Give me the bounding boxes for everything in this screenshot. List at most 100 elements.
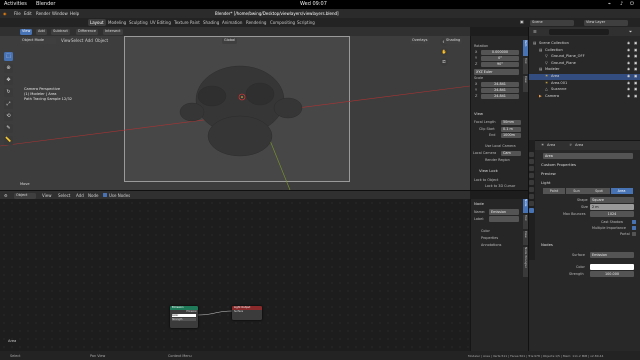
- node-section-header[interactable]: Node: [474, 201, 484, 206]
- scene-icon[interactable]: ▣: [520, 19, 524, 24]
- node-menu-node[interactable]: Node: [88, 193, 98, 198]
- cursor-tool-icon[interactable]: ⊕: [4, 64, 13, 73]
- view-layer-props-icon[interactable]: [529, 173, 534, 178]
- menu-file[interactable]: File: [14, 11, 21, 16]
- power-icon[interactable]: ⏻: [630, 1, 634, 7]
- mode-intersect-button[interactable]: Intersect: [103, 28, 123, 35]
- visibility-eye-icon[interactable]: ◉: [627, 54, 630, 58]
- outliner-item[interactable]: ☀ Area.001 ◉ ▣: [529, 81, 640, 87]
- constraints-props-icon[interactable]: [529, 201, 534, 206]
- visibility-eye-icon[interactable]: ◉: [627, 94, 630, 98]
- node-color-checkbox[interactable]: Color: [481, 229, 490, 233]
- scale-tool-icon[interactable]: ⤢: [4, 100, 13, 109]
- outliner-search-input[interactable]: [549, 28, 609, 35]
- visibility-eye-icon[interactable]: ◉: [627, 61, 630, 65]
- light-output-node[interactable]: Light Output Surface: [232, 306, 262, 320]
- view-lock-section-header[interactable]: View Lock: [479, 168, 498, 173]
- nodes-section[interactable]: Nodes: [541, 242, 553, 247]
- custom-properties-section[interactable]: Custom Properties: [541, 162, 576, 167]
- scene-selector[interactable]: Scene: [530, 19, 574, 26]
- overlays-dropdown[interactable]: Overlays: [410, 37, 430, 44]
- strength-field[interactable]: 100.000: [590, 271, 634, 277]
- clip-end-field[interactable]: 1000m: [501, 132, 521, 138]
- mode-difference-button[interactable]: Difference: [76, 28, 99, 35]
- shading-dropdown[interactable]: Shading: [444, 37, 463, 44]
- render-toggle-icon[interactable]: ▣: [634, 81, 637, 85]
- max-bounces-field[interactable]: 1024: [590, 211, 634, 217]
- light-section[interactable]: Light: [541, 180, 550, 185]
- node-menu-view[interactable]: View: [42, 193, 52, 198]
- emission-strength-field[interactable]: Strength: [172, 318, 196, 321]
- node-editor-canvas[interactable]: Emission Emission Color Strength Light O…: [0, 199, 470, 351]
- visibility-eye-icon[interactable]: ◉: [627, 48, 630, 52]
- tab-compositing[interactable]: Compositing: [268, 19, 297, 26]
- emission-node[interactable]: Emission Emission Color Strength: [170, 306, 198, 328]
- viewport-menu-add[interactable]: Add: [85, 38, 93, 43]
- tool-props-icon[interactable]: [529, 152, 534, 157]
- lock-to-3d-cursor-checkbox[interactable]: Lock to 3D Cursor: [485, 184, 515, 188]
- object-props-icon[interactable]: [529, 194, 534, 199]
- node-properties-section[interactable]: Properties: [481, 236, 498, 240]
- editor-type-icon[interactable]: ⚙: [4, 193, 8, 198]
- tab-texture-paint[interactable]: Texture Paint: [172, 19, 202, 26]
- emission-color-field[interactable]: Color: [172, 314, 196, 317]
- tab-scripting[interactable]: Scripting: [295, 19, 317, 26]
- size-field[interactable]: 2 m: [590, 204, 634, 210]
- 3d-viewport[interactable]: Camera Perspective (1) Modeler | Area Pa…: [0, 36, 470, 190]
- area-separator[interactable]: [0, 189, 528, 191]
- view-section-header[interactable]: View: [474, 111, 483, 116]
- shape-dropdown[interactable]: Square: [590, 197, 634, 203]
- rotation-x-field[interactable]: 0.000000: [481, 49, 519, 55]
- view-layer-selector[interactable]: View Layer: [584, 19, 628, 26]
- scale-z-field[interactable]: 24.841: [481, 93, 519, 99]
- light-type-spot[interactable]: Spot: [588, 188, 610, 194]
- transform-orientation-dropdown[interactable]: Global: [222, 37, 238, 44]
- viewport-menu-select[interactable]: Select: [71, 38, 83, 43]
- pan-icon[interactable]: ✋: [440, 48, 448, 56]
- object-mode-dropdown[interactable]: Object Mode: [20, 37, 56, 44]
- outliner-item[interactable]: △ Suzanne ◉ ▣: [529, 87, 640, 93]
- outliner-item[interactable]: ☀ Area ◉ ▣: [529, 74, 640, 80]
- outliner-display-mode-icon[interactable]: ☰: [533, 29, 537, 34]
- menu-help[interactable]: Help: [70, 11, 79, 16]
- portal-checkbox[interactable]: [632, 232, 636, 236]
- surface-dropdown[interactable]: Emission: [590, 252, 634, 258]
- activities-button[interactable]: Activities: [4, 1, 27, 7]
- menu-edit[interactable]: Edit: [24, 11, 32, 16]
- network-icon[interactable]: ⌁: [608, 1, 611, 7]
- render-toggle-icon[interactable]: ▣: [634, 54, 637, 58]
- volume-icon[interactable]: ♪: [620, 1, 623, 7]
- visibility-eye-icon[interactable]: ◉: [627, 74, 630, 78]
- light-datablock-field[interactable]: Area: [543, 153, 633, 159]
- mode-add-button[interactable]: Add: [36, 28, 47, 35]
- outliner-item[interactable]: ▽ Ground_Plane ◉ ▣: [529, 61, 640, 67]
- filter-icon[interactable]: ⏷: [629, 29, 632, 34]
- annotations-section[interactable]: Annotations: [481, 243, 501, 247]
- shader-type-dropdown[interactable]: Object: [14, 192, 36, 199]
- multiple-importance-checkbox[interactable]: [632, 226, 636, 230]
- rotation-z-field[interactable]: 90°: [481, 61, 519, 67]
- select-box-tool-icon[interactable]: ⬚: [4, 52, 13, 61]
- tab-layout[interactable]: Layout: [88, 19, 106, 26]
- scale-y-field[interactable]: 24.841: [481, 87, 519, 93]
- output-props-icon[interactable]: [529, 166, 534, 171]
- outliner-item[interactable]: ▶ Camera ◉ ▣: [529, 94, 640, 100]
- focal-length-field[interactable]: 50mm: [501, 119, 521, 125]
- app-menu[interactable]: Blender: [36, 1, 55, 7]
- light-data-props-icon[interactable]: [529, 208, 534, 213]
- rotate-tool-icon[interactable]: ↻: [4, 88, 13, 97]
- node-menu-add[interactable]: Add: [76, 193, 84, 198]
- preview-section[interactable]: Preview: [541, 171, 556, 176]
- world-props-icon[interactable]: [529, 187, 534, 192]
- menu-render[interactable]: Render: [36, 11, 50, 16]
- visibility-eye-icon[interactable]: ◉: [627, 67, 630, 71]
- area-separator-vertical[interactable]: [527, 27, 529, 351]
- node-menu-select[interactable]: Select: [58, 193, 70, 198]
- clock[interactable]: Wed 09:07: [300, 1, 327, 7]
- render-region-checkbox[interactable]: Render Region: [485, 158, 510, 162]
- outliner-item[interactable]: ▤ Modeler ◉ ▣: [529, 67, 640, 73]
- visibility-eye-icon[interactable]: ◉: [627, 81, 630, 85]
- cast-shadow-checkbox[interactable]: [632, 220, 636, 224]
- scale-x-field[interactable]: 24.841: [481, 81, 519, 87]
- last-operator-panel[interactable]: Move: [20, 182, 30, 186]
